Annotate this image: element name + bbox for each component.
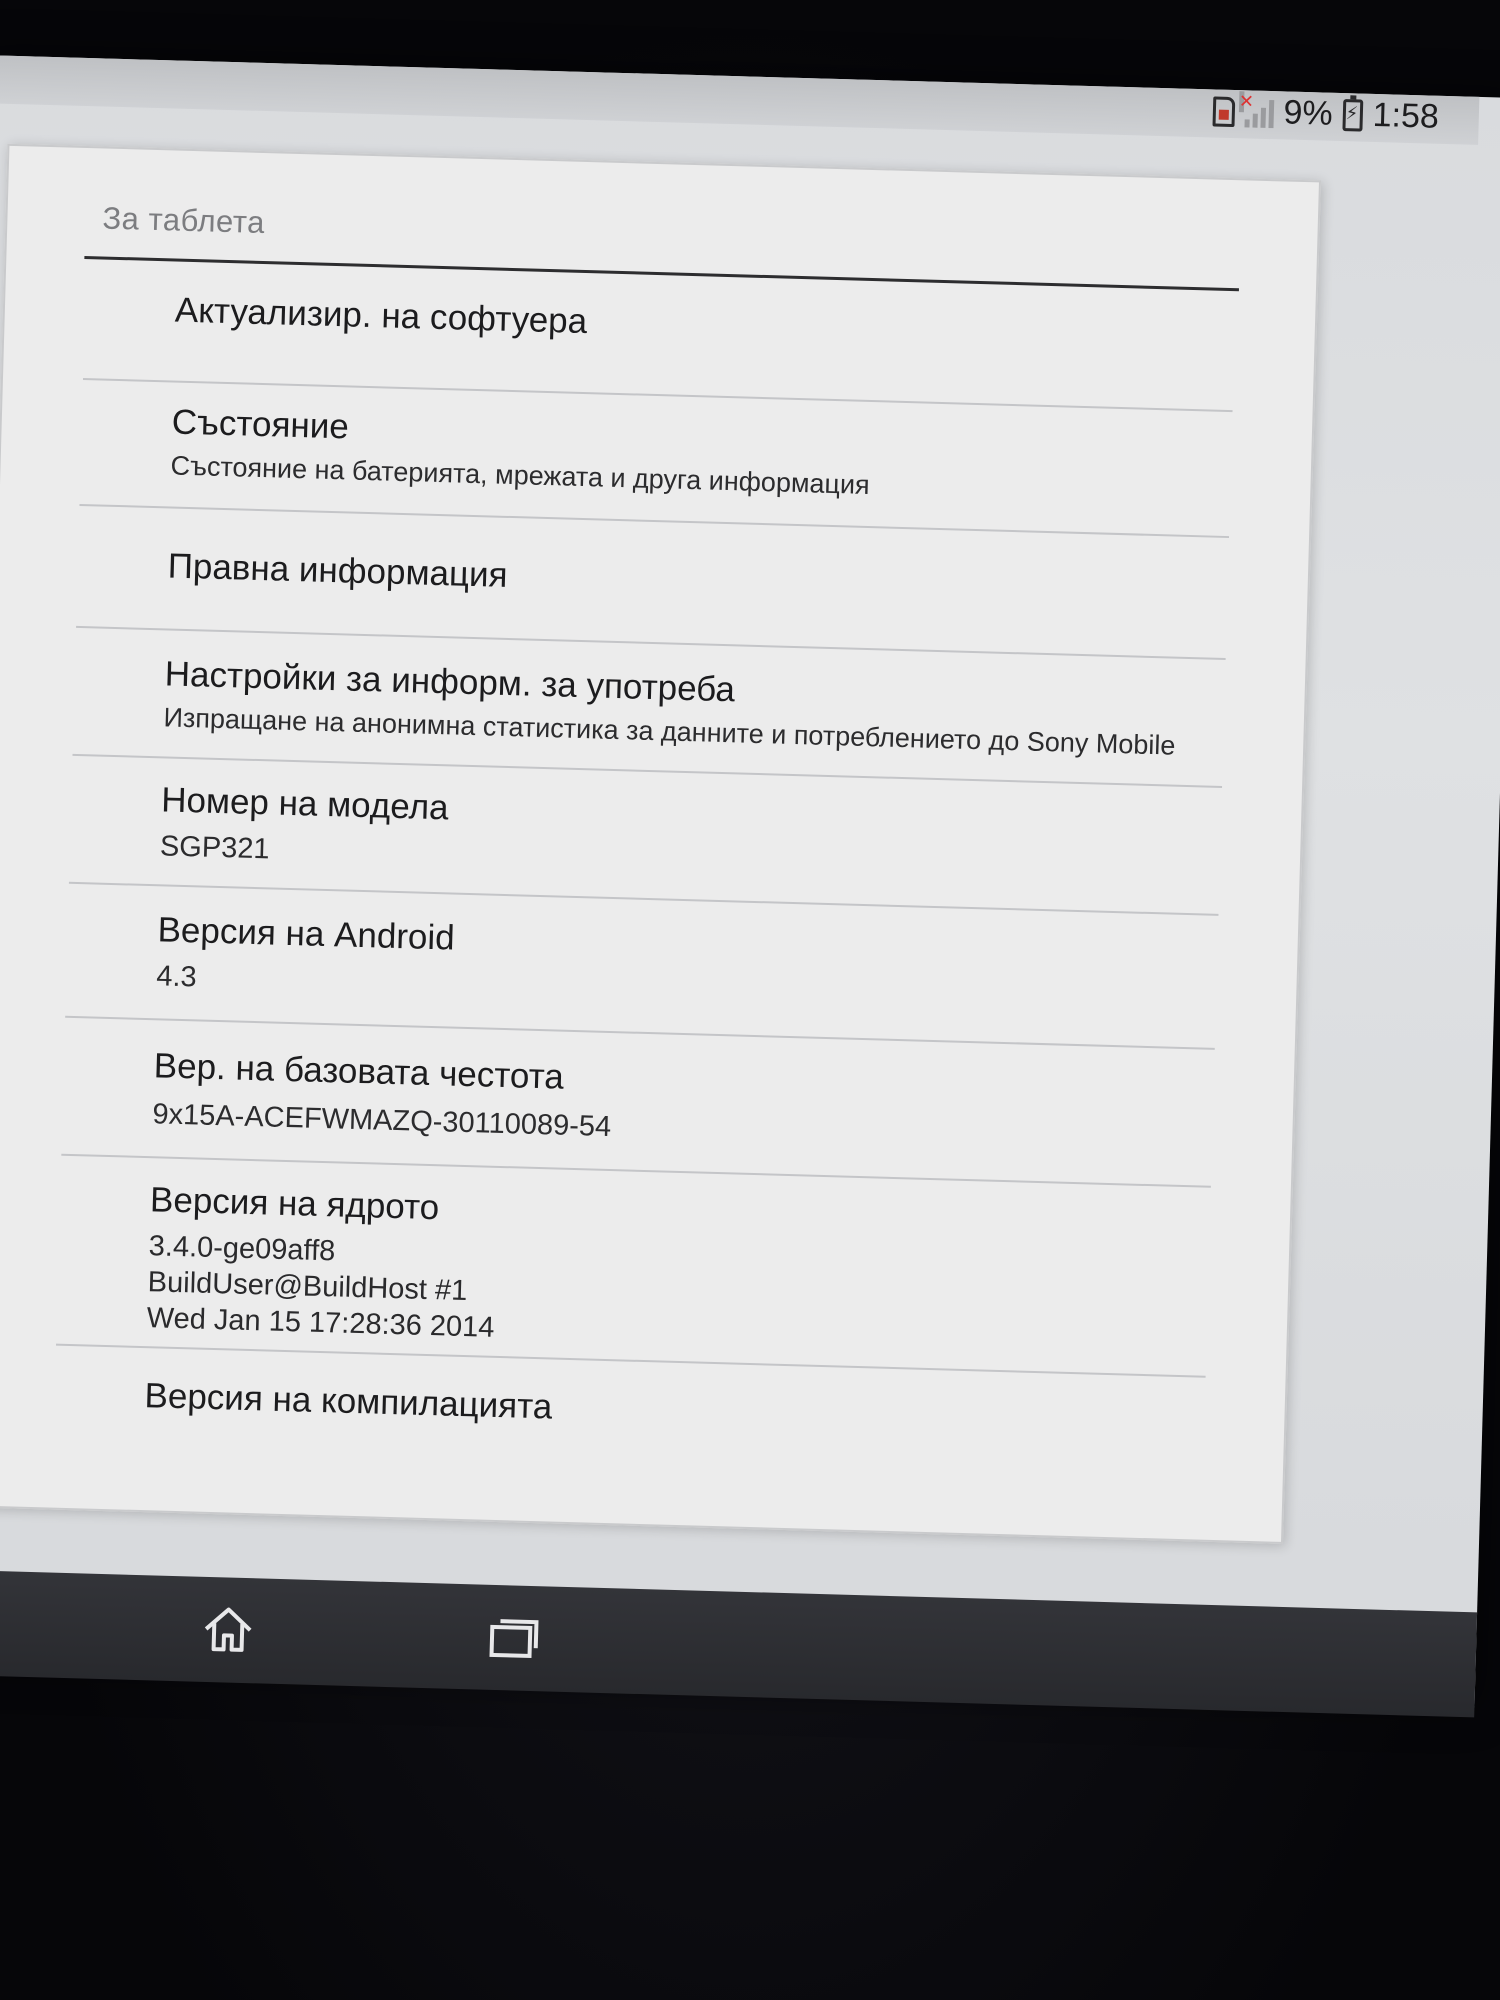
recent-apps-icon[interactable] <box>483 1607 545 1669</box>
battery-charging-icon <box>1342 98 1364 132</box>
about-tablet-panel: За таблета Актуализир. на софтуера Състо… <box>0 143 1322 1544</box>
clock: 1:58 <box>1372 95 1440 136</box>
status-bar: ✕ 9% 1:58 <box>0 55 1480 145</box>
setting-title: Номер на модела <box>160 780 450 828</box>
setting-title: Настройки за информ. за употреба <box>164 654 736 710</box>
setting-subtitle: 9x15A-ACEFWMAZQ-30110089-54 <box>152 1098 612 1144</box>
kernel-info: 3.4.0-ge09aff8 BuildUser@BuildHost #1 We… <box>146 1228 497 1346</box>
setting-subtitle: SGP321 <box>159 830 271 866</box>
setting-title: Версия на Android <box>157 910 456 958</box>
photo-background: ✕ 9% 1:58 За таблета Актуализир. на софт… <box>0 0 1500 2000</box>
setting-subtitle: Състояние на батерията, мрежата и друга … <box>170 450 871 501</box>
no-signal-icon: ✕ <box>1238 90 1274 128</box>
tablet-screen: ✕ 9% 1:58 За таблета Актуализир. на софт… <box>0 55 1500 1718</box>
setting-title: Състояние <box>171 402 350 447</box>
sim-card-icon <box>1212 95 1236 127</box>
setting-subtitle: Изпращане на анонимна статистика за данн… <box>163 702 1176 761</box>
battery-percent: 9% <box>1283 93 1334 133</box>
status-icons: ✕ 9% 1:58 <box>1212 90 1440 136</box>
setting-subtitle: 4.3 <box>155 960 198 994</box>
setting-title: Вер. на базовата честота <box>153 1046 565 1097</box>
home-icon[interactable] <box>197 1599 259 1661</box>
setting-title: Версия на ядрото <box>149 1180 440 1228</box>
panel-title: За таблета <box>102 200 266 241</box>
setting-title: Актуализир. на софтуера <box>174 290 588 342</box>
setting-title: Правна информация <box>167 546 509 595</box>
navigation-bar <box>0 1569 1478 1718</box>
setting-title: Версия на компилацията <box>144 1376 553 1427</box>
setting-kernel-version[interactable]: Версия на ядрото 3.4.0-ge09aff8 BuildUse… <box>55 1155 1211 1378</box>
